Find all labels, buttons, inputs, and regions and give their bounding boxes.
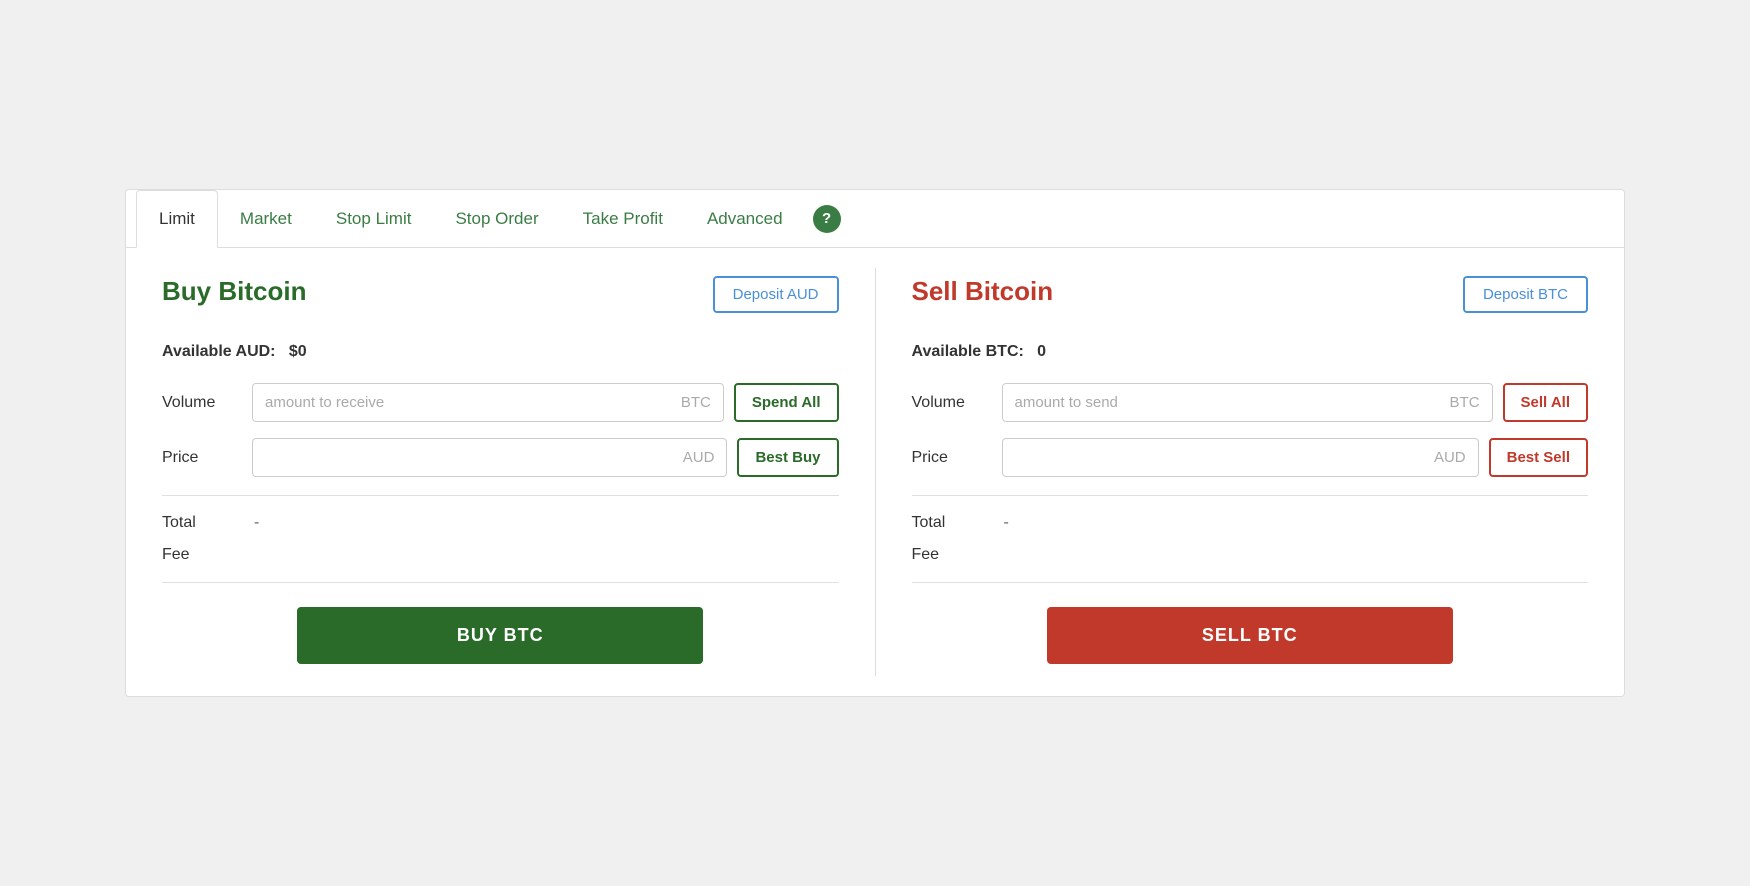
tab-limit[interactable]: Limit xyxy=(136,190,218,248)
sell-divider-2 xyxy=(912,582,1589,583)
tab-market[interactable]: Market xyxy=(218,191,314,247)
sell-btc-button[interactable]: SELL BTC xyxy=(1047,607,1453,664)
help-icon[interactable]: ? xyxy=(813,205,841,233)
sell-price-row: Price AUD Best Sell xyxy=(912,438,1589,477)
tabs-bar: Limit Market Stop Limit Stop Order Take … xyxy=(126,190,1624,248)
content-area: Buy Bitcoin Deposit AUD Available AUD: $… xyxy=(126,248,1624,696)
sell-total-value: - xyxy=(1004,514,1009,532)
sell-volume-input[interactable] xyxy=(1003,384,1438,421)
best-sell-button[interactable]: Best Sell xyxy=(1489,438,1588,477)
sell-price-input[interactable] xyxy=(1003,439,1422,476)
buy-price-input-wrapper: AUD xyxy=(252,438,727,477)
deposit-btc-button[interactable]: Deposit BTC xyxy=(1463,276,1588,313)
spend-all-button[interactable]: Spend All xyxy=(734,383,839,422)
deposit-aud-button[interactable]: Deposit AUD xyxy=(713,276,839,313)
sell-price-label: Price xyxy=(912,449,992,467)
sell-panel-header: Sell Bitcoin Deposit BTC xyxy=(912,276,1589,325)
available-aud-row: Available AUD: $0 xyxy=(162,343,839,361)
tab-stop-limit[interactable]: Stop Limit xyxy=(314,191,434,247)
buy-total-label: Total xyxy=(162,514,242,532)
sell-divider xyxy=(912,495,1589,496)
sell-all-button[interactable]: Sell All xyxy=(1503,383,1588,422)
sell-volume-row: Volume BTC Sell All xyxy=(912,383,1589,422)
buy-fee-label: Fee xyxy=(162,546,242,564)
buy-panel-header: Buy Bitcoin Deposit AUD xyxy=(162,276,839,325)
buy-volume-currency: BTC xyxy=(669,384,723,421)
buy-price-input[interactable] xyxy=(253,439,671,476)
available-btc-label: Available BTC: xyxy=(912,343,1024,360)
sell-fee-label: Fee xyxy=(912,546,992,564)
sell-panel: Sell Bitcoin Deposit BTC Available BTC: … xyxy=(876,248,1625,696)
sell-volume-input-wrapper: BTC xyxy=(1002,383,1493,422)
sell-price-input-wrapper: AUD xyxy=(1002,438,1479,477)
tab-stop-order[interactable]: Stop Order xyxy=(433,191,560,247)
buy-volume-input-wrapper: BTC xyxy=(252,383,724,422)
buy-title: Buy Bitcoin xyxy=(162,276,306,307)
buy-total-row: Total - xyxy=(162,514,839,532)
sell-volume-currency: BTC xyxy=(1438,384,1492,421)
sell-total-label: Total xyxy=(912,514,992,532)
buy-divider xyxy=(162,495,839,496)
buy-price-row: Price AUD Best Buy xyxy=(162,438,839,477)
buy-price-currency: AUD xyxy=(671,439,727,476)
buy-total-value: - xyxy=(254,514,259,532)
buy-btc-button[interactable]: BUY BTC xyxy=(297,607,703,664)
sell-volume-label: Volume xyxy=(912,394,992,412)
buy-volume-input[interactable] xyxy=(253,384,669,421)
sell-fee-row: Fee xyxy=(912,546,1589,564)
sell-title: Sell Bitcoin xyxy=(912,276,1054,307)
buy-fee-row: Fee xyxy=(162,546,839,564)
sell-price-currency: AUD xyxy=(1422,439,1478,476)
available-aud-label: Available AUD: xyxy=(162,343,276,360)
tab-advanced[interactable]: Advanced xyxy=(685,191,805,247)
sell-total-row: Total - xyxy=(912,514,1589,532)
tab-take-profit[interactable]: Take Profit xyxy=(561,191,685,247)
available-btc-row: Available BTC: 0 xyxy=(912,343,1589,361)
available-btc-value: 0 xyxy=(1037,343,1046,360)
available-aud-value: $0 xyxy=(289,343,307,360)
buy-volume-row: Volume BTC Spend All xyxy=(162,383,839,422)
buy-price-label: Price xyxy=(162,449,242,467)
buy-volume-label: Volume xyxy=(162,394,242,412)
trading-panel: Limit Market Stop Limit Stop Order Take … xyxy=(125,189,1625,697)
best-buy-button[interactable]: Best Buy xyxy=(737,438,838,477)
buy-panel: Buy Bitcoin Deposit AUD Available AUD: $… xyxy=(126,248,875,696)
buy-divider-2 xyxy=(162,582,839,583)
